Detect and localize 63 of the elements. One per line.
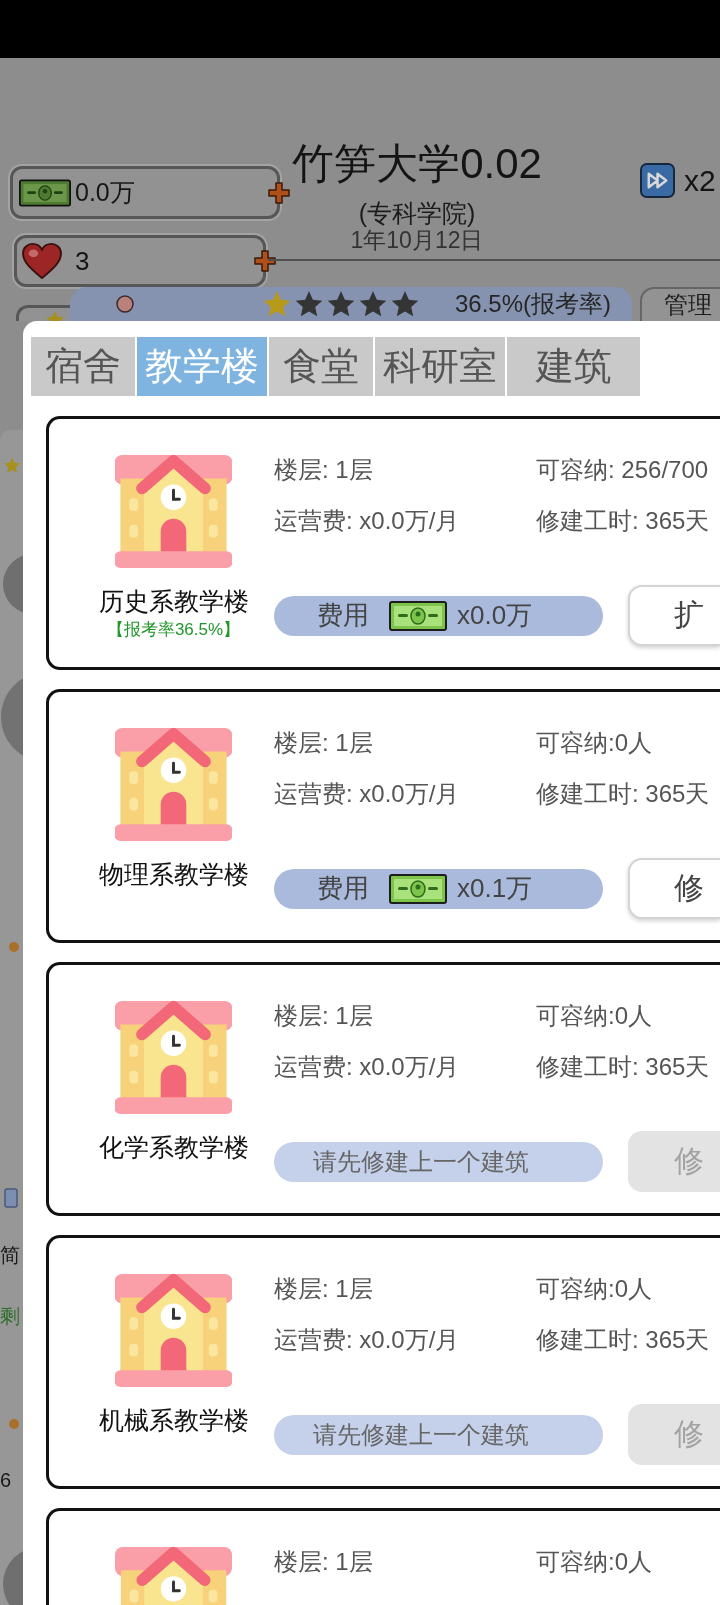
floor-count: 楼层: 1层: [274, 728, 374, 758]
building-name: 化学系教学楼: [98, 1132, 249, 1162]
star-icon: [358, 290, 388, 318]
capacity-text: 可容纳:0人: [536, 728, 653, 758]
add-icon[interactable]: [268, 181, 290, 204]
building-name: 物理系教学楼: [98, 859, 249, 889]
locked-notice: 请先修建上一个建筑: [274, 1141, 603, 1182]
tab[interactable]: 食堂: [269, 337, 373, 396]
locked-notice: 请先修建上一个建筑: [274, 1414, 603, 1455]
list-text: 简: [0, 1243, 20, 1267]
speed-multiplier: x2: [684, 163, 716, 198]
banknote-icon: [389, 600, 447, 631]
capacity-text: 可容纳: 256/700: [536, 455, 710, 485]
tab[interactable]: 建筑: [507, 337, 640, 396]
build-time: 修建工时: 365天: [536, 1325, 711, 1355]
game-date: 1年10月12日: [350, 227, 484, 254]
person-icon: [116, 295, 134, 313]
cost-amount: x0.0万: [457, 599, 533, 632]
fast-forward-icon[interactable]: [640, 163, 675, 198]
action-button[interactable]: 修: [628, 858, 720, 919]
upkeep-cost: 运营费: x0.0万/月: [274, 1325, 461, 1355]
star-icon: [390, 290, 420, 318]
money-amount: 0.0万: [75, 177, 135, 208]
action-button[interactable]: 扩: [628, 585, 720, 646]
list-text: 剩: [0, 1304, 20, 1328]
star-icon: [45, 310, 65, 321]
build-time: 修建工时: 365天: [536, 506, 711, 536]
marker-icon: [8, 1418, 20, 1430]
build-time: 修建工时: 365天: [536, 779, 711, 809]
upkeep-cost: 运营费: x0.0万/月: [274, 1052, 461, 1082]
cost-amount: x0.1万: [457, 872, 533, 905]
enrollment-rate-note: 【报考率36.5%】: [106, 619, 241, 641]
build-time: 修建工时: 365天: [536, 1052, 711, 1082]
capacity-text: 可容纳:0人: [536, 1001, 653, 1031]
upkeep-cost: 运营费: x0.0万/月: [274, 779, 461, 809]
star-icon: [3, 457, 21, 475]
star-icon: [294, 290, 324, 318]
floor-count: 楼层: 1层: [274, 455, 374, 485]
tab[interactable]: 科研室: [375, 337, 505, 396]
floor-count: 楼层: 1层: [274, 1274, 374, 1304]
university-title: 竹笋大学0.02: [292, 139, 542, 189]
marker-icon: [8, 941, 20, 953]
building-name: 机械系教学楼: [98, 1405, 249, 1435]
enrollment-rate: 36.5%(报考率): [455, 289, 612, 319]
list-text: 6: [0, 1468, 12, 1492]
capacity-text: 可容纳:0人: [536, 1547, 653, 1577]
star-icon: [326, 290, 356, 318]
building-name: 历史系教学楼: [98, 586, 249, 616]
upkeep-cost: 运营费: x0.0万/月: [274, 506, 461, 536]
heart-icon: [21, 242, 63, 280]
tab[interactable]: 宿舍: [31, 337, 135, 396]
banknote-icon: [389, 873, 447, 904]
capacity-text: 可容纳:0人: [536, 1274, 653, 1304]
cost-label: 费用: [317, 599, 369, 632]
university-type: (专科学院): [358, 199, 476, 227]
add-icon[interactable]: [254, 250, 276, 272]
floor-count: 楼层: 1层: [274, 1547, 374, 1577]
manage-button[interactable]: 管理: [640, 287, 720, 321]
cost-label: 费用: [317, 872, 369, 905]
square-icon: [4, 1188, 18, 1208]
star-icon: [262, 290, 292, 318]
floor-count: 楼层: 1层: [274, 1001, 374, 1031]
heart-count: 3: [75, 245, 90, 277]
